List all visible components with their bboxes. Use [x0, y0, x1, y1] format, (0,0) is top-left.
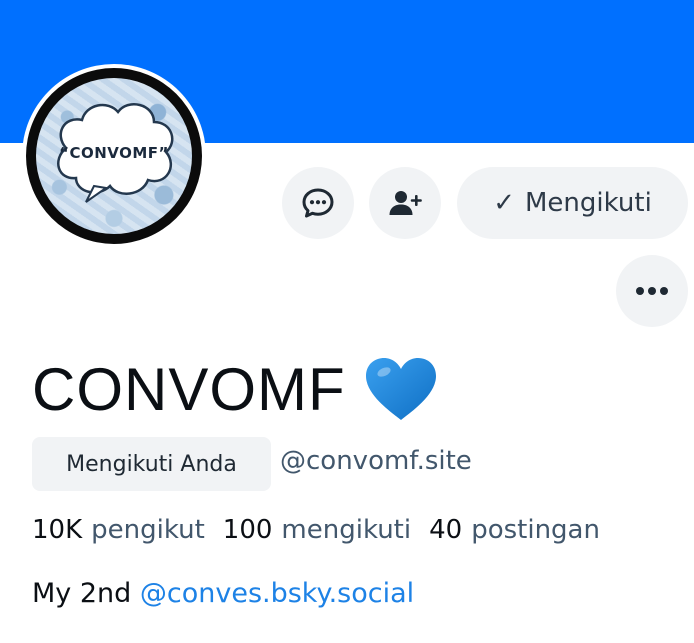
checkmark-icon: ✓	[493, 188, 515, 218]
blue-heart-icon	[365, 358, 436, 420]
more-options-button[interactable]	[616, 255, 688, 327]
following-label[interactable]: mengikuti	[281, 515, 411, 545]
profile-page: “CONVOMF” ✓ Mengikuti CONVOMF Mengikuti …	[0, 0, 694, 643]
avatar-frame: “CONVOMF”	[26, 68, 202, 244]
bio-text: My 2nd	[32, 578, 140, 609]
posts-label: postingan	[471, 515, 600, 545]
display-name-row: CONVOMF	[32, 353, 438, 425]
message-button[interactable]	[282, 167, 354, 239]
following-count[interactable]: 100	[223, 515, 273, 545]
follows-you-badge: Mengikuti Anda	[32, 437, 271, 491]
user-plus-icon	[389, 191, 422, 215]
following-button-label: Mengikuti	[525, 188, 652, 218]
posts-count: 40	[429, 515, 463, 545]
avatar-image: “CONVOMF”	[36, 78, 192, 234]
chat-bubble-icon	[302, 188, 334, 218]
ellipsis-icon	[636, 287, 668, 295]
avatar[interactable]: “CONVOMF”	[22, 64, 206, 248]
bio-mention-link[interactable]: @conves.bsky.social	[140, 578, 414, 609]
following-button[interactable]: ✓ Mengikuti	[457, 167, 688, 239]
profile-bio: My 2nd @conves.bsky.social	[32, 578, 414, 616]
display-name: CONVOMF	[32, 355, 346, 423]
profile-stats: 10K pengikut 100 mengikuti 40 postingan	[32, 512, 618, 548]
profile-handle[interactable]: @convomf.site	[280, 446, 472, 476]
avatar-logo-text: “CONVOMF”	[59, 144, 169, 162]
followers-count[interactable]: 10K	[32, 515, 82, 545]
followers-label[interactable]: pengikut	[91, 515, 205, 545]
add-user-button[interactable]	[369, 167, 441, 239]
